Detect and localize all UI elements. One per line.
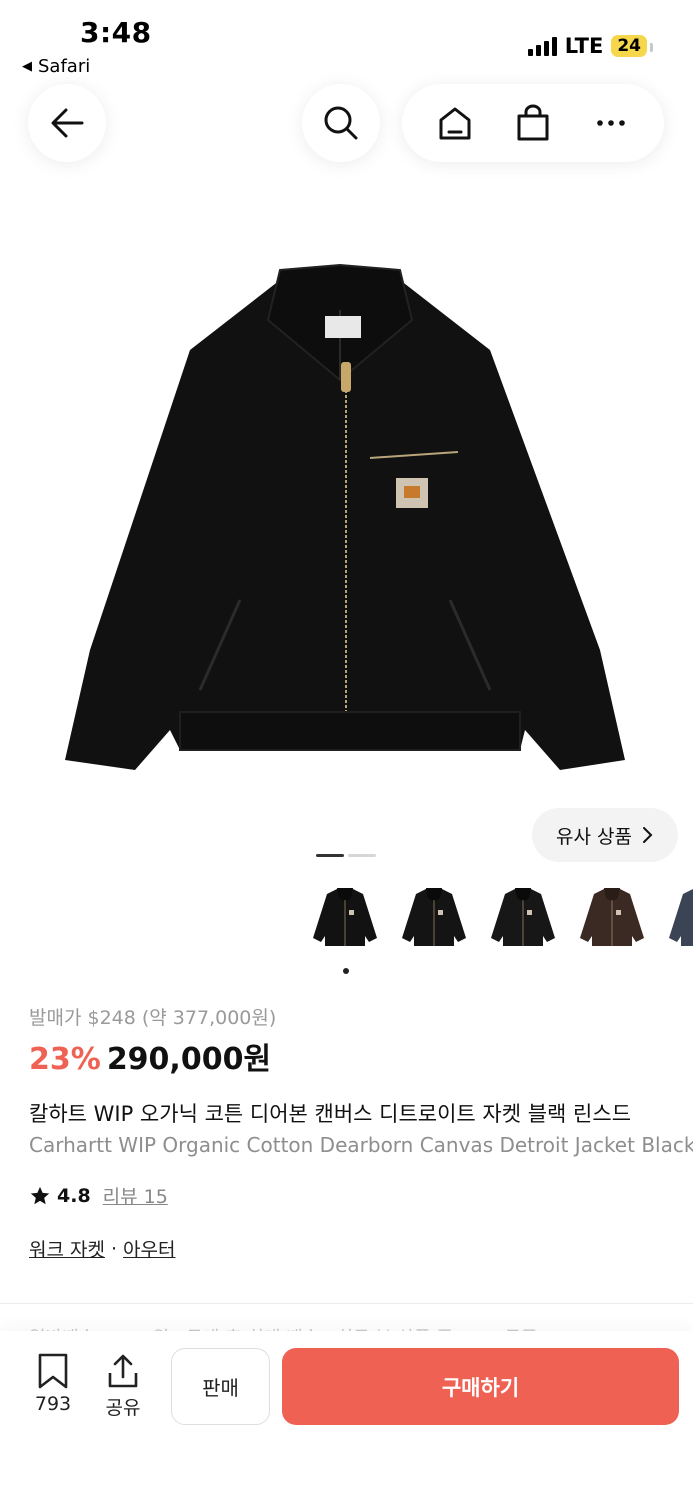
review-link[interactable]: 리뷰 15 [103, 1182, 168, 1209]
wishlist-count: 793 [34, 1393, 72, 1415]
wishlist-button[interactable]: 793 [30, 1353, 76, 1415]
arrow-left-icon [51, 108, 84, 138]
product-name-english: Carhartt WIP Organic Cotton Dearborn Can… [29, 1133, 693, 1157]
status-time: 3:48 [80, 16, 152, 49]
selected-thumbnail-indicator [343, 968, 349, 974]
similar-products-button[interactable]: 유사 상품 [532, 808, 678, 862]
back-to-app-link[interactable]: ◀ Safari [22, 56, 90, 77]
nav-actions-group [402, 84, 664, 162]
rating-value: 4.8 [57, 1184, 91, 1207]
bookmark-icon [38, 1353, 68, 1389]
star-icon [30, 1186, 50, 1204]
back-triangle-icon: ◀ [22, 59, 32, 74]
more-icon [597, 120, 625, 126]
shopping-bag-icon [517, 104, 549, 141]
cart-button[interactable] [510, 100, 556, 146]
thumbnail-item[interactable] [394, 880, 474, 960]
home-icon [439, 107, 471, 140]
more-button[interactable] [588, 100, 634, 146]
product-image[interactable] [40, 250, 652, 810]
home-button[interactable] [432, 100, 478, 146]
sell-button[interactable]: 판매 [171, 1348, 270, 1425]
battery-icon: 24 [611, 35, 653, 57]
thumbnail-item[interactable] [483, 880, 563, 960]
pagination-dot [348, 854, 376, 857]
thumbnail-item[interactable] [305, 880, 385, 960]
pagination-dot [316, 854, 344, 857]
chevron-right-icon [642, 827, 653, 843]
product-name-korean: 칼하트 WIP 오가닉 코튼 디어본 캔버스 디트로이트 자켓 블랙 린스드 [29, 1102, 632, 1126]
back-button[interactable] [28, 84, 106, 162]
discount-rate: 23% [29, 1042, 101, 1077]
release-price: 발매가 $248 (약 377,000원) [29, 1007, 277, 1029]
search-button[interactable] [302, 84, 380, 162]
category-link-outer[interactable]: 아우터 [123, 1235, 175, 1262]
status-indicators: LTE 24 [527, 34, 653, 58]
category-link-work-jacket[interactable]: 워크 자켓 [29, 1235, 105, 1262]
similar-products-label: 유사 상품 [556, 825, 632, 848]
thumbnail-item[interactable] [572, 880, 652, 960]
share-button[interactable]: 공유 [100, 1353, 146, 1420]
back-app-label: Safari [38, 56, 91, 77]
search-icon [324, 106, 358, 140]
buy-button[interactable]: 구매하기 [282, 1348, 679, 1425]
thumbnail-item[interactable] [661, 880, 693, 960]
category-separator: · [110, 1237, 118, 1260]
rating-row: 4.8 리뷰 15 [29, 1182, 168, 1209]
network-label: LTE [564, 34, 604, 58]
share-icon [108, 1354, 138, 1388]
share-label: 공유 [105, 1397, 141, 1419]
signal-icon [527, 36, 557, 56]
category-row: 워크 자켓 · 아우터 [29, 1235, 175, 1262]
bottom-action-bar: 793 공유 판매 구매하기 [0, 1331, 693, 1500]
image-pagination [316, 854, 376, 857]
price-row: 23% 290,000원 [29, 1034, 271, 1078]
section-divider [0, 1303, 693, 1304]
current-price: 290,000원 [106, 1042, 272, 1077]
thumbnail-strip [305, 880, 693, 960]
